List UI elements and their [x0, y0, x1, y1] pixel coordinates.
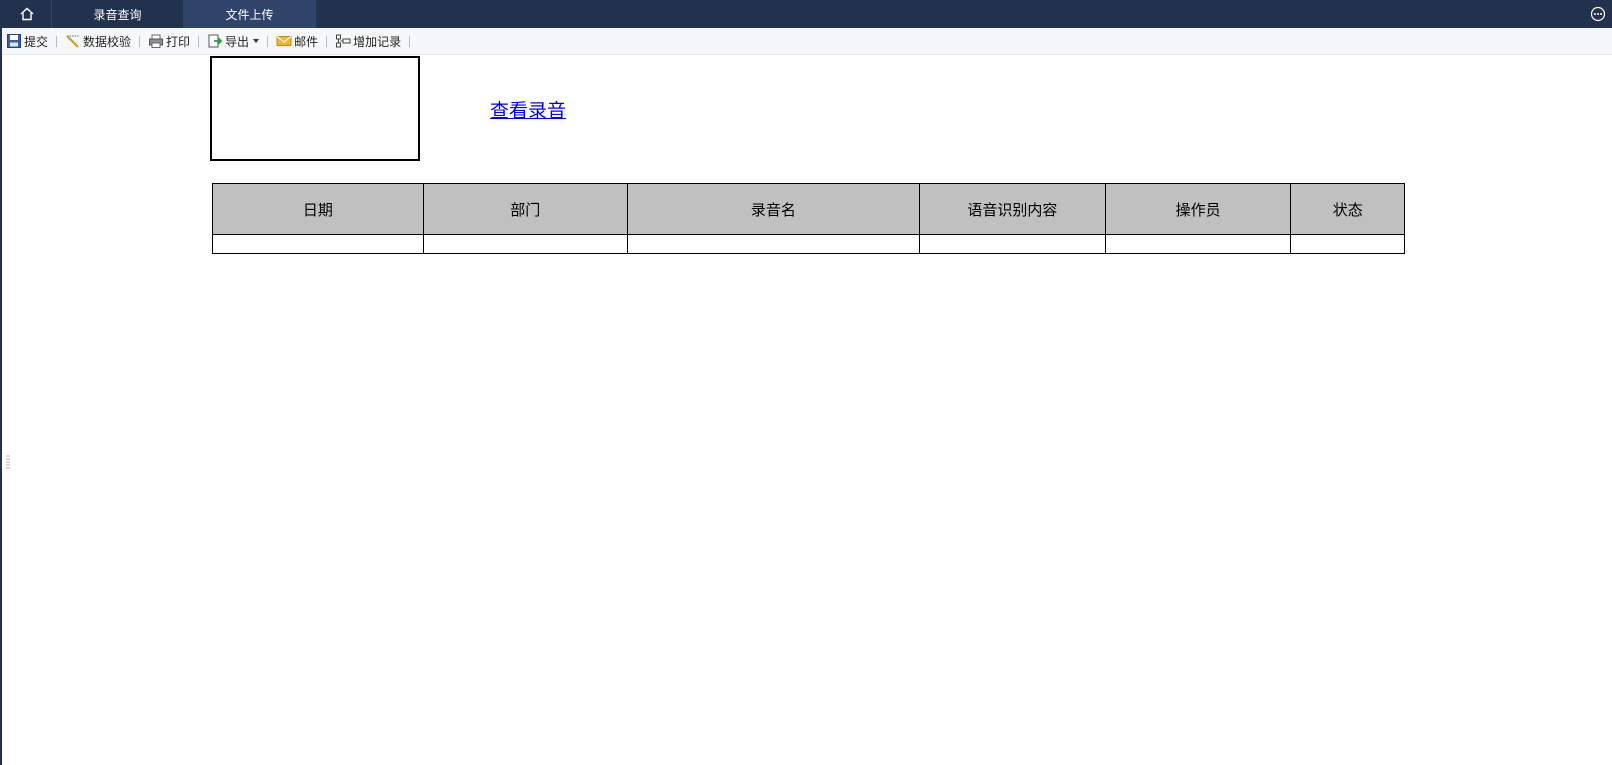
table-cell[interactable]: [1290, 234, 1405, 254]
home-button[interactable]: [2, 0, 52, 28]
tab-file-upload[interactable]: 文件上传: [184, 0, 316, 28]
print-button[interactable]: 打印: [146, 30, 192, 52]
mail-icon: [276, 36, 292, 46]
chevron-down-icon: [253, 39, 260, 43]
add-record-icon: [336, 34, 351, 48]
toolbar: 提交 数据校验 打印 导出 邮件 增加记录: [2, 28, 1612, 55]
top-tab-bar: 录音查询 文件上传: [2, 0, 1612, 28]
column-header-speech-content[interactable]: 语音识别内容: [918, 183, 1106, 235]
export-label: 导出: [225, 34, 250, 49]
table-cell[interactable]: [1104, 234, 1292, 254]
table-cell[interactable]: [422, 234, 628, 254]
toolbar-divider: [267, 35, 269, 47]
add-record-label: 增加记录: [353, 34, 402, 49]
table-row: [212, 234, 1405, 254]
image-placeholder: [210, 56, 420, 161]
toolbar-divider: [198, 35, 200, 47]
validate-label: 数据校验: [83, 34, 132, 49]
table-cell[interactable]: [626, 234, 920, 254]
mail-label: 邮件: [294, 34, 319, 49]
mail-button[interactable]: 邮件: [274, 30, 320, 52]
export-icon: [208, 34, 223, 48]
print-label: 打印: [166, 34, 191, 49]
save-icon: [7, 34, 21, 48]
export-button[interactable]: 导出: [205, 30, 261, 52]
more-icon[interactable]: [1590, 6, 1606, 22]
table-cell[interactable]: [918, 234, 1106, 254]
print-icon: [149, 34, 164, 48]
tab-label: 文件上传: [225, 7, 274, 22]
column-header-date[interactable]: 日期: [212, 183, 424, 235]
column-header-recording-name[interactable]: 录音名: [626, 183, 920, 235]
table-cell[interactable]: [212, 234, 424, 254]
submit-label: 提交: [24, 34, 49, 49]
column-header-operator[interactable]: 操作员: [1104, 183, 1292, 235]
toolbar-divider: [56, 35, 58, 47]
column-header-department[interactable]: 部门: [422, 183, 628, 235]
submit-button[interactable]: 提交: [4, 30, 50, 52]
tab-label: 录音查询: [93, 7, 142, 22]
toolbar-divider: [326, 35, 328, 47]
validate-button[interactable]: 数据校验: [63, 30, 133, 52]
view-recording-link[interactable]: 查看录音: [490, 96, 566, 123]
validate-icon: [66, 35, 80, 48]
column-header-status[interactable]: 状态: [1290, 183, 1405, 235]
tab-recording-query[interactable]: 录音查询: [52, 0, 184, 28]
toolbar-divider: [139, 35, 141, 47]
toolbar-divider: [409, 35, 411, 47]
resize-grip-icon[interactable]: [6, 455, 10, 469]
table-header-row: 日期 部门 录音名 语音识别内容 操作员 状态: [212, 183, 1405, 235]
add-record-button[interactable]: 增加记录: [333, 30, 403, 52]
app-window: 录音查询 文件上传 提交 数据校验 打印 导出 邮件 增加记录 查看录音 日期 …: [0, 0, 1612, 765]
home-icon: [20, 7, 33, 21]
recordings-table: 日期 部门 录音名 语音识别内容 操作员 状态: [212, 183, 1405, 254]
